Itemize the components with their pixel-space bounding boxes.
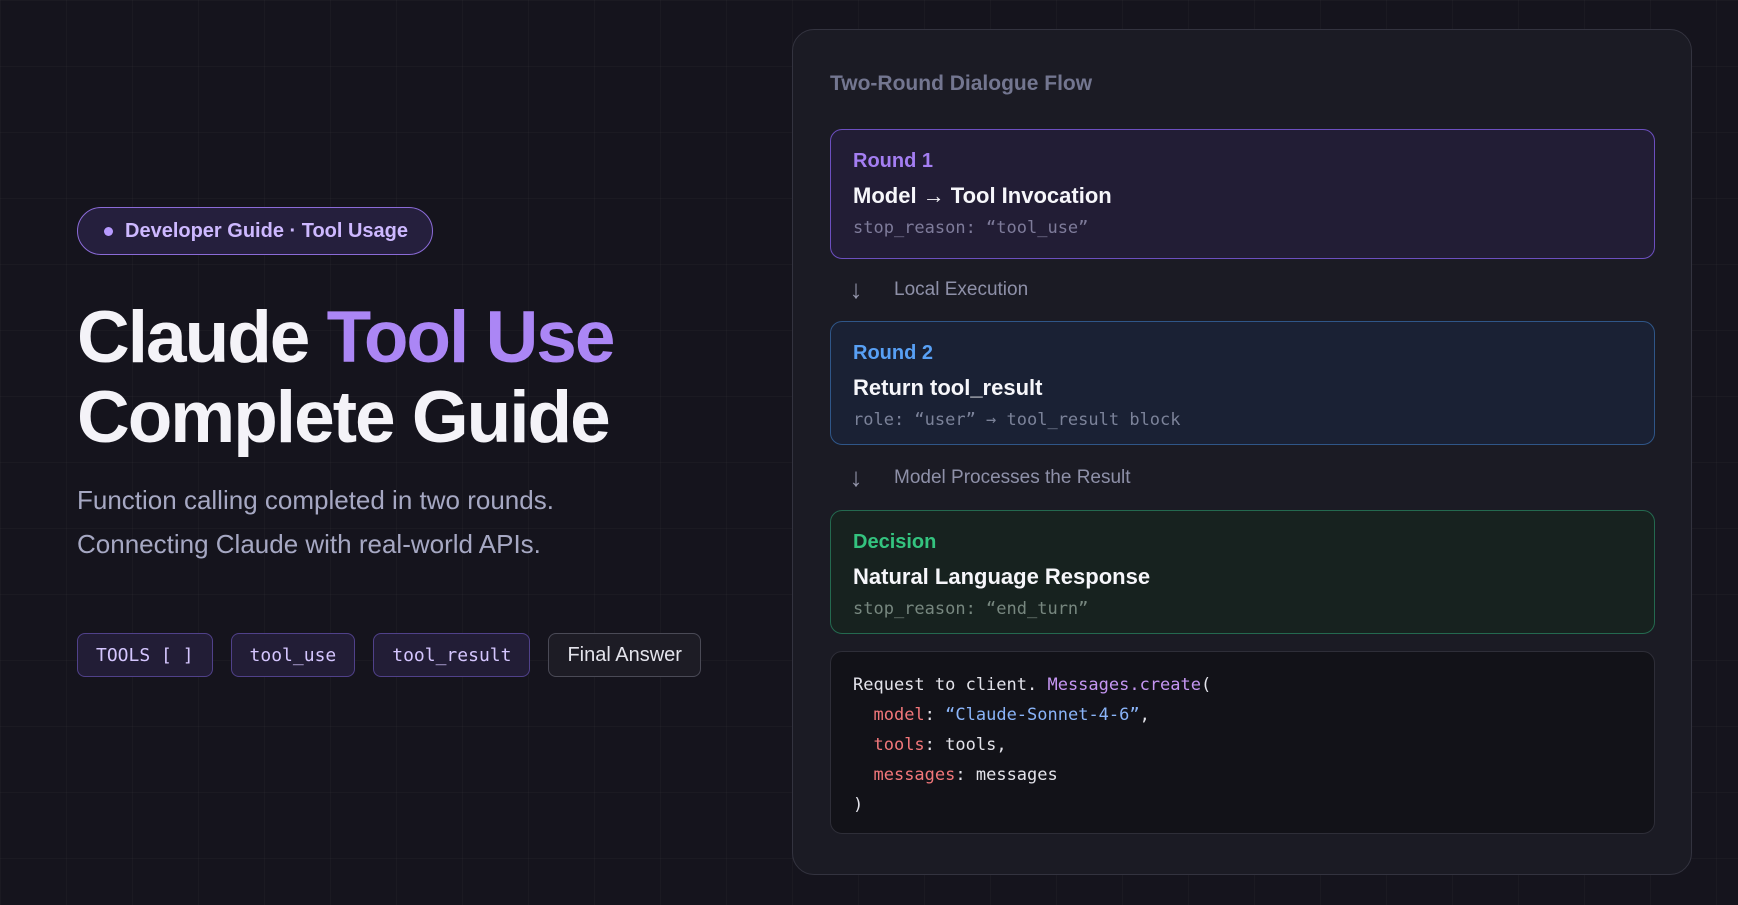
subtitle: Function calling completed in two rounds… — [77, 478, 554, 566]
subtitle-line1: Function calling completed in two rounds… — [77, 485, 554, 515]
step-label: Model Processes the Result — [894, 466, 1131, 488]
round1-card: Round 1 Model → Tool Invocation stop_rea… — [830, 129, 1655, 259]
chip-tool-use: tool_use — [230, 633, 356, 677]
round2-note: role: “user” → tool_result block — [853, 410, 1181, 430]
chip-tool-result: tool_result — [373, 633, 531, 677]
code-messages-key: messages — [873, 765, 956, 785]
round1-label: Round 1 — [853, 150, 933, 172]
step-label: Local Execution — [894, 278, 1029, 300]
code-open: ( — [1201, 675, 1212, 695]
decision-note: stop_reason: “end_turn” — [853, 599, 1089, 619]
category-badge: Developer Guide · Tool Usage — [77, 207, 434, 255]
badge-dot-icon — [104, 226, 113, 236]
code-call: Messages.create — [1047, 675, 1201, 695]
decision-heading: Natural Language Response — [853, 564, 1151, 589]
decision-label: Decision — [853, 531, 937, 553]
round1-note: stop_reason: “tool_use” — [853, 218, 1089, 238]
code-prefix: Request to client. — [853, 675, 1048, 695]
arrow-down-icon: ↓ — [849, 462, 863, 492]
chip-final-answer: Final Answer — [548, 633, 701, 677]
page-title: Claude Tool Use Complete Guide — [77, 297, 616, 458]
decision-card: Decision Natural Language Response stop_… — [830, 510, 1655, 634]
chip-tools: TOOLS [ ] — [77, 633, 213, 677]
arrow-down-icon: ↓ — [849, 274, 863, 304]
title-line2: Complete Guide — [77, 377, 611, 458]
code-snippet: Request to client. Messages.create( mode… — [830, 651, 1655, 834]
title-plain: Claude — [77, 297, 327, 378]
step-local-execution: ↓ Local Execution — [848, 274, 1029, 305]
round2-card: Round 2 Return tool_result role: “user” … — [830, 321, 1655, 445]
subtitle-line2: Connecting Claude with real-world APIs. — [77, 529, 541, 559]
round2-heading: Return tool_result — [853, 375, 1043, 400]
code-model-key: model — [873, 705, 925, 725]
panel-title: Two-Round Dialogue Flow — [830, 72, 1093, 95]
code-model-value: “Claude-Sonnet-4-6” — [945, 705, 1140, 725]
code-close: ) — [853, 795, 864, 815]
badge-label: Developer Guide · Tool Usage — [125, 219, 409, 242]
step-model-processes: ↓ Model Processes the Result — [848, 462, 1131, 493]
code-tools-key: tools — [873, 735, 925, 755]
code-tools-value: tools — [945, 735, 997, 755]
title-accent: Tool Use — [326, 297, 616, 378]
concept-chips: TOOLS [ ] tool_use tool_result Final Ans… — [77, 633, 701, 677]
round2-label: Round 2 — [853, 342, 933, 364]
code-messages-value: messages — [975, 765, 1058, 785]
round1-heading: Model → Tool Invocation — [853, 183, 1112, 208]
dialogue-flow-panel: Two-Round Dialogue Flow Round 1 Model → … — [792, 29, 1692, 875]
